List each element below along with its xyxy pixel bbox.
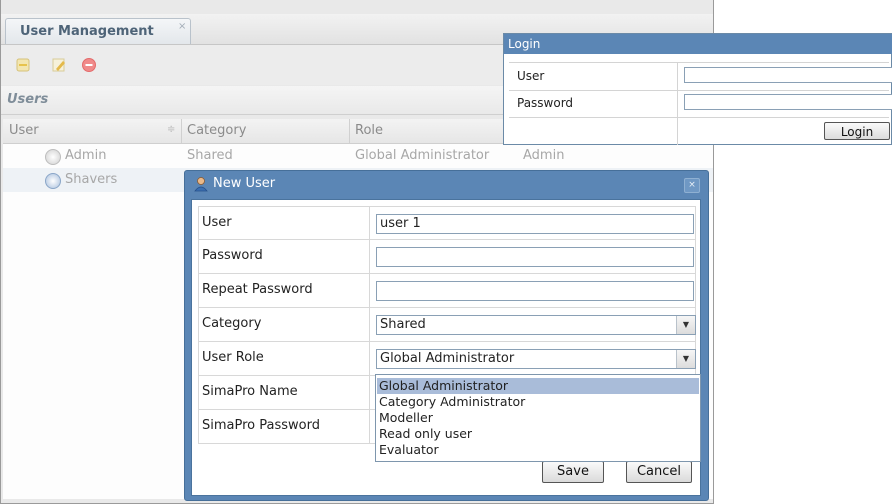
repeat-password-label: Repeat Password	[202, 282, 313, 297]
user-label: User	[202, 215, 232, 230]
login-panel: Login User Password Login	[503, 33, 892, 145]
chevron-down-icon[interactable]: ▼	[676, 316, 695, 334]
category-label: Category	[202, 316, 262, 331]
column-header-user[interactable]: User	[9, 123, 39, 138]
login-password-label: Password	[517, 96, 574, 110]
password-input[interactable]	[376, 247, 694, 267]
user-role-value: Global Administrator	[380, 351, 515, 366]
user-role-label: User Role	[202, 350, 264, 365]
role-option[interactable]: Evaluator	[377, 442, 699, 458]
divider	[369, 207, 370, 241]
login-title-bar: Login	[504, 34, 892, 54]
repeat-password-input[interactable]	[376, 281, 694, 301]
divider	[677, 90, 678, 117]
add-icon[interactable]	[15, 57, 31, 73]
role-option[interactable]: Modeller	[377, 410, 699, 426]
user-icon	[45, 149, 61, 165]
close-icon[interactable]: ×	[684, 178, 700, 193]
password-label: Password	[202, 248, 263, 263]
role-option[interactable]: Global Administrator	[377, 378, 699, 394]
divider	[369, 376, 370, 410]
login-title: Login	[508, 37, 541, 51]
table-row[interactable]: Admin Shared Global Administrator Admin	[3, 144, 713, 168]
user-role-dropdown-list: Global Administrator Category Administra…	[375, 374, 701, 462]
cancel-button[interactable]: Cancel	[626, 461, 692, 483]
simapro-password-label: SimaPro Password	[202, 418, 320, 433]
login-user-label: User	[517, 69, 545, 83]
form-row-password: Password	[198, 240, 696, 274]
divider	[369, 410, 370, 444]
row-user: Admin	[65, 148, 107, 163]
user-role-select[interactable]: Global Administrator ▼	[376, 349, 696, 369]
form-row-user: User user 1	[198, 206, 696, 241]
category-select[interactable]: Shared ▼	[376, 315, 696, 335]
row-category: Shared	[187, 148, 233, 163]
login-button-row: Login	[509, 118, 890, 145]
user-input[interactable]: user 1	[376, 214, 694, 234]
user-icon	[194, 177, 208, 192]
divider	[369, 342, 370, 376]
column-header-role[interactable]: Role	[355, 123, 383, 138]
column-divider	[181, 119, 182, 143]
row-role: Global Administrator	[355, 148, 490, 163]
row-simapro-name: Admin	[523, 148, 565, 163]
column-header-category[interactable]: Category	[187, 123, 246, 138]
role-option[interactable]: Category Administrator	[377, 394, 699, 410]
divider	[677, 63, 678, 90]
login-button[interactable]: Login	[824, 122, 890, 140]
dialog-title-bar[interactable]: New User ×	[185, 171, 708, 199]
divider	[369, 240, 370, 274]
login-password-row: Password	[509, 90, 892, 118]
divider	[369, 308, 370, 342]
tab-user-management[interactable]: User Management ×	[5, 18, 191, 44]
user-icon	[45, 173, 61, 189]
divider	[677, 118, 678, 145]
tab-close-icon[interactable]: ×	[178, 21, 186, 32]
login-user-row: User	[509, 62, 892, 91]
category-value: Shared	[380, 317, 426, 332]
divider	[369, 274, 370, 308]
delete-icon[interactable]	[81, 57, 97, 73]
dialog-title: New User	[213, 176, 276, 191]
sort-icon[interactable]: ≑	[167, 124, 175, 135]
login-user-input[interactable]	[684, 67, 892, 83]
row-user: Shavers	[65, 172, 118, 187]
tab-label: User Management	[20, 24, 154, 39]
panel-title: Users	[7, 92, 49, 107]
form-row-category: Category Shared ▼	[198, 308, 696, 342]
form-row-user-role: User Role Global Administrator ▼	[198, 342, 696, 376]
role-option[interactable]: Read only user	[377, 426, 699, 442]
column-divider	[349, 119, 350, 143]
simapro-name-label: SimaPro Name	[202, 384, 298, 399]
login-password-input[interactable]	[684, 94, 892, 110]
save-button[interactable]: Save	[542, 461, 604, 483]
form-row-repeat-password: Repeat Password	[198, 274, 696, 308]
chevron-down-icon[interactable]: ▼	[676, 350, 695, 368]
edit-icon[interactable]	[51, 57, 67, 73]
